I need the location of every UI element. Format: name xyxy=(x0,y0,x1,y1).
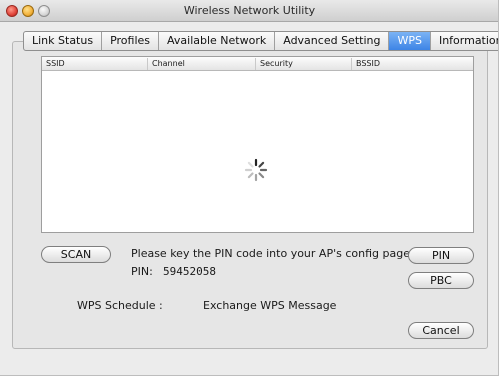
tab-advanced-setting[interactable]: Advanced Setting xyxy=(275,32,390,50)
tab-bar: Link Status Profiles Available Network A… xyxy=(23,31,498,51)
loading-spinner-icon xyxy=(244,158,268,182)
title-bar: Wireless Network Utility xyxy=(0,0,498,22)
column-header-security[interactable]: Security xyxy=(256,58,352,70)
pin-button[interactable]: PIN xyxy=(408,247,474,264)
cancel-button[interactable]: Cancel xyxy=(408,322,474,339)
tab-profiles[interactable]: Profiles xyxy=(102,32,160,50)
window-title: Wireless Network Utility xyxy=(183,4,316,17)
wps-schedule-status: Exchange WPS Message xyxy=(203,299,337,312)
list-header: SSID Channel Security BSSID xyxy=(42,57,473,71)
wps-window: Wireless Network Utility Link Status Pro… xyxy=(0,0,499,376)
wps-schedule-label: WPS Schedule : xyxy=(77,299,163,312)
column-header-bssid[interactable]: BSSID xyxy=(352,58,475,70)
pbc-button[interactable]: PBC xyxy=(408,272,474,289)
tab-information[interactable]: Information xyxy=(431,32,498,50)
pin-value: 59452058 xyxy=(163,265,216,278)
column-header-ssid[interactable]: SSID xyxy=(42,58,148,70)
pin-label: PIN: xyxy=(131,265,153,278)
network-list[interactable]: SSID Channel Security BSSID xyxy=(41,56,474,233)
scan-button[interactable]: SCAN xyxy=(41,246,111,263)
tab-wps[interactable]: WPS xyxy=(389,32,431,50)
tab-link-status[interactable]: Link Status xyxy=(24,32,103,50)
column-header-channel[interactable]: Channel xyxy=(148,58,256,70)
pin-instructions: Please key the PIN code into your AP's c… xyxy=(131,247,410,260)
tab-available-network[interactable]: Available Network xyxy=(159,32,276,50)
